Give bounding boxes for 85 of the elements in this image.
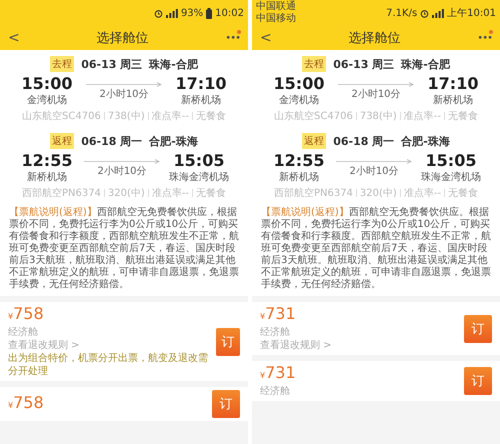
refund-rules-link[interactable]: 查看退改规则 > xyxy=(8,339,216,352)
arrival-airport: 新桥机场 xyxy=(433,94,473,107)
arrival-time: 17:10 xyxy=(428,75,478,93)
fare-price: ¥758 xyxy=(8,305,45,325)
flight-detail: 准点率-- xyxy=(152,186,190,200)
arrow-icon xyxy=(338,82,414,86)
page-title: 选择舱位 xyxy=(348,30,401,47)
back-button[interactable]: < xyxy=(8,30,20,46)
trip-tag: 去程 xyxy=(50,56,74,72)
departure-airport: 金湾机场 xyxy=(279,94,319,107)
flight-detail: 西部航空PN6374 xyxy=(22,186,101,200)
departure-airport: 新桥机场 xyxy=(27,170,67,184)
battery-percent: 93% xyxy=(180,8,204,18)
flight-detail: 320(中) xyxy=(360,186,397,200)
cabin-class: 经济舱 xyxy=(260,326,291,339)
book-button[interactable]: 订 xyxy=(216,328,240,356)
baggage-notice: 【票航说明(返程)】西部航空无免费餐饮供应，根据票价不同，免费托运行李为0公斤或10公斤，可购买有偿餐食和行李额度，西部航空航班发生不正常，航班可免费变更至西部航空前后7天，春运、国庆时段前后3天航班，航班取消、航班出港延误或满足其他不正常航班定义的航班，可申请非自愿退票，免退票手续费，无任何经济赔偿。 xyxy=(0,204,248,296)
flight-detail: 738(中) xyxy=(360,110,397,123)
cabin-class: 经济舱 xyxy=(8,326,39,339)
cabin-class: 经济舱 xyxy=(260,385,291,398)
flight-date: 06-18 周一 xyxy=(81,134,142,148)
flight-route: 合肥-珠海 xyxy=(401,134,450,148)
trip-tag: 返程 xyxy=(302,133,326,149)
flight-route: 合肥-珠海 xyxy=(149,134,198,148)
departure-time: 12:55 xyxy=(274,152,324,170)
alarm-icon xyxy=(154,8,163,18)
book-button[interactable]: 订 xyxy=(212,390,240,418)
arrow-icon xyxy=(86,82,162,86)
departure-airport: 金湾机场 xyxy=(27,94,67,107)
flight-date: 06-13 周三 xyxy=(81,56,142,72)
flight-detail: 西部航空PN6374 xyxy=(274,186,353,200)
more-button[interactable]: ••• xyxy=(225,32,240,44)
fare-price: ¥758 xyxy=(8,394,44,414)
arrow-icon xyxy=(336,158,412,164)
flight-route: 珠海-合肥 xyxy=(149,56,198,72)
flight-duration: 2小时10分 xyxy=(351,88,401,100)
signal-icon xyxy=(432,8,444,18)
flight-detail: 无餐食 xyxy=(196,110,226,123)
flight-detail: 准点率-- xyxy=(404,186,442,200)
signal-icon xyxy=(166,8,178,18)
book-button[interactable]: 订 xyxy=(464,314,492,342)
clock-time: 10:02 xyxy=(215,8,244,18)
flight-detail: 准点率-- xyxy=(404,110,441,123)
fare-note: 出为组合特价，机票分开出票，航变及退改需分开处理 xyxy=(8,352,209,378)
refund-rules-link[interactable]: 查看退改规则 > xyxy=(260,339,332,352)
fare-price: ¥731 xyxy=(260,364,296,384)
flight-duration: 2小时10分 xyxy=(349,164,399,178)
flight-detail: 无餐食 xyxy=(448,186,478,200)
baggage-notice: 【票航说明(返程)】西部航空无免费餐饮供应。根据票价不同，免费托运行李为0公斤或10公斤，可购买有偿餐食和行李额度。西部航空航班发生不正常，航班可免费变更至西部航空前后7天，春运、国庆时段前后3天航班。航班取消、航班出港延误或满足其他不正常航班定义的航班，可申请非自愿退票，免退票手续费，无任何经济赔偿。 xyxy=(252,204,500,296)
arrival-time: 15:05 xyxy=(426,152,476,170)
alarm-icon xyxy=(420,8,430,18)
flight-date: 06-13 周三 xyxy=(333,56,394,72)
flight-detail: 山东航空SC4706 xyxy=(22,110,101,123)
battery-icon xyxy=(206,8,212,18)
fare-price: ¥731 xyxy=(260,305,297,325)
departure-time: 12:55 xyxy=(22,152,72,170)
arrival-time: 17:10 xyxy=(176,75,226,93)
arrival-airport: 珠海金湾机场 xyxy=(169,170,229,184)
page-title: 选择舱位 xyxy=(96,30,149,47)
flight-duration: 2小时10分 xyxy=(97,164,147,178)
flight-detail: 738(中) xyxy=(108,110,145,123)
arrow-icon xyxy=(84,158,160,164)
trip-tag: 返程 xyxy=(50,133,74,149)
flight-duration: 2小时10分 xyxy=(99,88,149,100)
flight-detail: 山东航空SC4706 xyxy=(274,110,353,123)
carrier-name: 中国联通 xyxy=(256,1,296,12)
carrier-name: 中国移动 xyxy=(256,13,296,25)
arrival-airport: 新桥机场 xyxy=(181,94,221,107)
flight-detail: 无餐食 xyxy=(196,186,226,200)
departure-time: 15:00 xyxy=(22,75,72,93)
back-button[interactable]: < xyxy=(260,30,272,46)
flight-route: 珠海-合肥 xyxy=(401,56,450,72)
more-button[interactable]: ••• xyxy=(477,32,492,44)
departure-time: 15:00 xyxy=(274,75,324,93)
flight-date: 06-18 周一 xyxy=(333,134,394,148)
book-button[interactable]: 订 xyxy=(464,367,492,395)
trip-tag: 去程 xyxy=(302,56,326,72)
flight-detail: 准点率-- xyxy=(152,110,189,123)
departure-airport: 新桥机场 xyxy=(279,170,319,184)
arrival-airport: 珠海金湾机场 xyxy=(421,170,481,184)
network-speed: 7.1K/s xyxy=(386,8,418,18)
arrival-time: 15:05 xyxy=(174,152,224,170)
flight-detail: 320(中) xyxy=(108,186,145,200)
flight-detail: 无餐食 xyxy=(448,110,478,123)
clock-time: 上午10:01 xyxy=(447,6,496,20)
